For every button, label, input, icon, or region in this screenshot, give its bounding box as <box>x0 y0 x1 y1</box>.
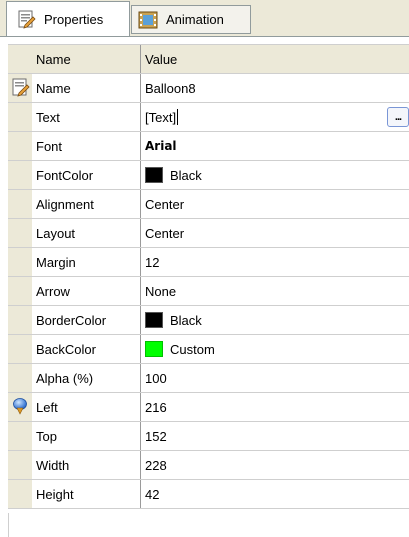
tab-properties-label: Properties <box>44 11 104 27</box>
row-gutter <box>8 393 32 421</box>
property-name: FontColor <box>36 167 94 183</box>
property-row-top[interactable]: Top 152 <box>8 422 409 451</box>
row-gutter <box>8 132 32 160</box>
property-row-margin[interactable]: Margin 12 <box>8 248 409 277</box>
row-gutter <box>8 480 32 508</box>
property-name: Height <box>36 486 74 502</box>
property-row-arrow[interactable]: Arrow None <box>8 277 409 306</box>
properties-icon <box>16 9 36 29</box>
color-swatch <box>145 312 163 328</box>
row-gutter <box>8 161 32 189</box>
property-name: Text <box>36 109 60 125</box>
color-name: Black <box>170 312 202 328</box>
property-row-font[interactable]: Font Arial <box>8 132 409 161</box>
property-row-width[interactable]: Width 228 <box>8 451 409 480</box>
row-gutter <box>8 306 32 334</box>
property-row-bordercolor[interactable]: BorderColor Black <box>8 306 409 335</box>
property-row-layout[interactable]: Layout Center <box>8 219 409 248</box>
grid-header: Name Value <box>8 45 409 74</box>
property-value[interactable]: Center <box>140 219 409 247</box>
property-name: Top <box>36 428 57 444</box>
property-row-height[interactable]: Height 42 <box>8 480 409 509</box>
row-gutter <box>8 248 32 276</box>
row-gutter <box>8 364 32 392</box>
row-gutter <box>8 451 32 479</box>
property-row-text[interactable]: Text [Text] ... <box>8 103 409 132</box>
row-gutter <box>8 277 32 305</box>
position-icon <box>11 397 29 418</box>
property-value[interactable]: Balloon8 <box>140 74 409 102</box>
header-name[interactable]: Name <box>34 45 140 73</box>
color-swatch <box>145 341 163 357</box>
font-value: Arial <box>145 139 177 153</box>
tab-strip: Properties Animation <box>0 0 409 36</box>
property-name: Layout <box>36 225 76 241</box>
color-name: Custom <box>170 341 215 357</box>
text-caret <box>177 109 179 125</box>
header-gutter <box>8 45 32 73</box>
property-value[interactable]: Black <box>140 161 409 189</box>
color-swatch <box>145 167 163 183</box>
row-gutter <box>8 103 32 131</box>
property-row-fontcolor[interactable]: FontColor Black <box>8 161 409 190</box>
property-name: Width <box>36 457 70 473</box>
property-row-backcolor[interactable]: BackColor Custom <box>8 335 409 364</box>
property-row-name[interactable]: Name Balloon8 <box>8 74 409 103</box>
tab-properties[interactable]: Properties <box>6 1 130 36</box>
property-value[interactable]: None <box>140 277 409 305</box>
header-value[interactable]: Value <box>140 45 409 73</box>
property-row-left[interactable]: Left 216 <box>8 393 409 422</box>
ellipsis-button[interactable]: ... <box>387 107 409 127</box>
properties-icon <box>10 77 30 100</box>
color-name: Black <box>170 167 202 183</box>
property-name: Arrow <box>36 283 70 299</box>
grid-left-edge <box>8 513 9 537</box>
property-value[interactable]: 228 <box>140 451 409 479</box>
row-gutter <box>8 190 32 218</box>
row-gutter <box>8 422 32 450</box>
property-row-alpha[interactable]: Alpha (%) 100 <box>8 364 409 393</box>
property-name: Name <box>36 80 71 96</box>
property-value[interactable]: Black <box>140 306 409 334</box>
property-row-alignment[interactable]: Alignment Center <box>8 190 409 219</box>
property-value[interactable]: 42 <box>140 480 409 508</box>
property-name: Alpha (%) <box>36 370 94 386</box>
text-input-value[interactable]: [Text] <box>145 110 176 125</box>
property-name: Margin <box>36 254 76 270</box>
tab-animation-label: Animation <box>166 12 224 27</box>
property-value[interactable]: 152 <box>140 422 409 450</box>
property-name: Font <box>36 138 63 154</box>
property-name: BackColor <box>36 341 96 357</box>
property-value[interactable]: Center <box>140 190 409 218</box>
property-value[interactable]: 12 <box>140 248 409 276</box>
tab-animation[interactable]: Animation <box>131 5 251 34</box>
property-value[interactable]: Arial <box>140 132 409 160</box>
property-value[interactable]: Custom <box>140 335 409 363</box>
property-value-editor[interactable]: [Text] ... <box>140 103 409 131</box>
property-value[interactable]: 100 <box>140 364 409 392</box>
film-icon <box>138 10 158 30</box>
property-name: Left <box>36 399 58 415</box>
property-grid: Name Value Name Balloon8 Text [Text] ... <box>8 44 409 509</box>
property-name: BorderColor <box>36 312 107 328</box>
row-gutter <box>8 74 32 102</box>
row-gutter <box>8 335 32 363</box>
property-name: Alignment <box>36 196 94 212</box>
property-value[interactable]: 216 <box>140 393 409 421</box>
row-gutter <box>8 219 32 247</box>
